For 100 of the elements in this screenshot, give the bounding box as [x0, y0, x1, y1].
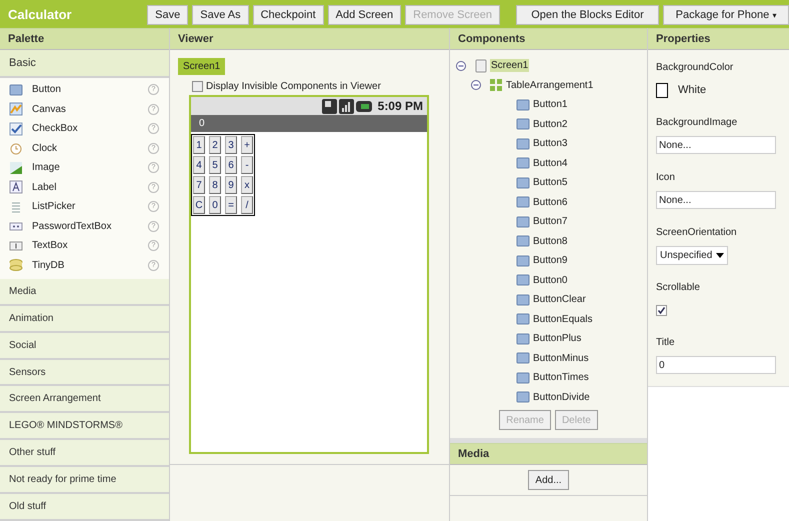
keypad-button[interactable]: 8 [209, 176, 221, 194]
keypad-button[interactable]: 7 [193, 176, 205, 194]
tree-item[interactable]: Button3 [532, 137, 568, 150]
toolbar-button[interactable]: Add Screen [328, 5, 402, 25]
add-button[interactable]: Add... [528, 470, 569, 490]
property-label: BackgroundImage [656, 116, 738, 130]
checkbox-label: Display Invisible Components in Viewer [206, 81, 381, 92]
toolbar-button[interactable]: Open the Blocks Editor [516, 5, 659, 25]
toolbar-button[interactable]: Package for Phone ▾ [663, 5, 789, 25]
panel-header: Properties [648, 28, 789, 50]
keypad-button[interactable]: 5 [209, 156, 221, 174]
text-field[interactable]: None... [656, 136, 776, 154]
text-field[interactable]: 0 [656, 356, 776, 374]
property-label: Title [656, 336, 676, 350]
keypad-button[interactable]: C [193, 196, 205, 214]
checkbox[interactable] [192, 81, 203, 92]
status-time: 5:09 PM [378, 99, 423, 113]
button-icon [516, 195, 530, 210]
panel-header: Components [450, 28, 647, 50]
palette-item[interactable]: CheckBox [32, 123, 148, 134]
palette-item[interactable]: Button [32, 84, 148, 96]
toolbar-button[interactable]: Checkpoint [252, 5, 324, 25]
button-icon [516, 136, 530, 151]
property-label: BackgroundColor [656, 60, 734, 74]
tree-item[interactable]: Button2 [532, 118, 568, 131]
tree-item[interactable]: Button6 [532, 196, 568, 209]
label-icon [9, 180, 23, 194]
panel-header: Viewer [170, 28, 449, 50]
button-icon [516, 98, 530, 112]
toolbar-button[interactable]: Save [147, 5, 188, 25]
panel-header: Media [450, 443, 647, 465]
color-swatch[interactable] [656, 82, 668, 98]
palette-category[interactable]: Social [0, 332, 169, 360]
palette-item[interactable]: TextBox [32, 240, 148, 252]
tree-item[interactable]: Button9 [532, 254, 568, 268]
tree-item[interactable]: ButtonEquals [532, 312, 594, 326]
tree-item[interactable]: ButtonMinus [532, 352, 590, 365]
tree-item[interactable]: Button5 [532, 176, 568, 190]
palette-category[interactable]: Animation [0, 306, 169, 333]
list-icon [9, 200, 23, 214]
keypad-button[interactable]: 4 [193, 156, 205, 174]
tree-item[interactable]: ButtonDivide [532, 390, 591, 404]
button-icon [516, 254, 530, 268]
keypad-button[interactable]: 2 [209, 136, 221, 154]
tree-item[interactable]: Button0 [532, 274, 568, 287]
keypad-button[interactable]: 6 [225, 156, 237, 174]
palette-item[interactable]: TinyDB [32, 260, 148, 271]
tree-item[interactable]: ButtonTimes [532, 371, 590, 384]
button-icon [516, 176, 530, 190]
palette-item[interactable]: Image [32, 162, 148, 174]
button-icon [516, 370, 530, 385]
tree-item[interactable]: Button1 [532, 98, 568, 112]
textbox-icon [9, 238, 23, 253]
screen-icon [474, 58, 488, 73]
color-value: White [678, 84, 706, 96]
dropdown[interactable]: Unspecified [656, 246, 728, 264]
property-label: ScreenOrientation [656, 226, 738, 240]
button-icon [516, 117, 530, 132]
collapse-icon[interactable] [471, 80, 481, 90]
image-icon [9, 160, 23, 175]
palette-item[interactable]: Canvas [32, 104, 148, 115]
tree-item[interactable]: ButtonPlus [532, 332, 582, 346]
keypad-button[interactable]: 0 [209, 196, 221, 214]
palette-item[interactable]: Label [32, 182, 148, 193]
text-field[interactable]: None... [656, 191, 776, 209]
keypad-button[interactable]: / [241, 196, 253, 214]
keypad-button[interactable]: 3 [225, 136, 237, 154]
battery-icon [356, 100, 372, 112]
tree-item[interactable]: Screen1 [490, 59, 530, 72]
button-icon [516, 292, 530, 307]
palette-category[interactable]: Sensors [0, 360, 169, 386]
tree-item[interactable]: Button7 [532, 215, 568, 228]
palette-item[interactable]: PasswordTextBox [32, 220, 148, 232]
screen-tab[interactable]: Screen1 [178, 58, 226, 75]
screen-title: 0 [191, 115, 427, 132]
caret-icon [716, 252, 724, 258]
toolbar-button[interactable]: Save As [192, 5, 249, 25]
button-icon [516, 234, 530, 248]
palette-item[interactable]: ListPicker [32, 201, 148, 212]
keypad-button[interactable]: = [225, 196, 237, 214]
keypad-button[interactable]: 9 [225, 176, 237, 194]
keypad-button[interactable]: + [241, 136, 253, 154]
property-label: Icon [656, 170, 676, 184]
tree-item[interactable]: Button8 [532, 234, 568, 248]
collapse-icon[interactable] [456, 60, 466, 71]
keypad-button[interactable]: - [241, 156, 253, 174]
tree-item[interactable]: ButtonClear [532, 293, 587, 306]
checkbox[interactable] [656, 304, 667, 316]
palette-item[interactable]: Clock [32, 142, 148, 154]
property-label: Scrollable [656, 280, 701, 294]
keypad-button[interactable]: 1 [193, 136, 205, 154]
button-icon [516, 332, 530, 346]
palette-category[interactable]: Basic [0, 50, 169, 78]
clock-icon [9, 141, 23, 156]
button-icon [516, 156, 530, 170]
keypad-button[interactable]: x [241, 176, 253, 194]
tree-item[interactable]: Button4 [532, 156, 568, 170]
button-icon [516, 390, 530, 404]
tree-item[interactable]: TableArrangement1 [505, 78, 594, 92]
button-icon [516, 351, 530, 366]
